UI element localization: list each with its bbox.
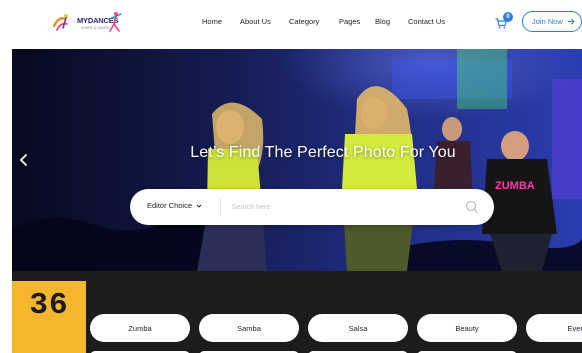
category-count: 36 [29, 288, 69, 323]
search-select-value: Editor Choice [147, 201, 193, 210]
hero-title: Let’s Find The Perfect Photo For You [190, 144, 456, 161]
site-header: MYDANCES SHAPE & DANCE Home About Us Cat… [0, 0, 582, 48]
cart-count-badge: 0 [503, 12, 513, 22]
search-input[interactable] [232, 198, 458, 216]
category-pill-salsa[interactable]: Salsa [308, 314, 408, 342]
category-strip: 36 Zumba Samba Salsa Beauty Even [12, 271, 582, 353]
hero-banner: ZUMBA Let’s Find The Perfect Photo For Y… [12, 49, 582, 271]
page: MYDANCES SHAPE & DANCE Home About Us Cat… [0, 0, 582, 353]
svg-text:ZUMBA: ZUMBA [495, 180, 535, 192]
site-logo[interactable]: MYDANCES SHAPE & DANCE [51, 10, 123, 36]
join-now-label: Join Now [532, 17, 563, 26]
search-category-select[interactable]: Editor Choice [147, 201, 202, 210]
category-pill-even[interactable]: Even [526, 314, 582, 342]
nav-item-home[interactable]: Home [202, 17, 222, 26]
dancer-logo-icon [52, 14, 68, 31]
nav-item-contact-us[interactable]: Contact Us [408, 17, 445, 26]
logo-tagline: SHAPE & DANCE [81, 26, 110, 30]
nav-item-pages[interactable]: Pages [339, 17, 360, 26]
nav-item-category[interactable]: Category [289, 17, 319, 26]
search-icon[interactable] [464, 199, 480, 215]
nav-item-about-us[interactable]: About Us [240, 17, 271, 26]
cart-button[interactable]: 0 [495, 12, 515, 30]
category-pill-beauty[interactable]: Beauty [417, 314, 517, 342]
category-pill-samba[interactable]: Samba [199, 314, 299, 342]
chevron-down-icon [196, 204, 202, 208]
chevron-left-icon[interactable] [18, 152, 30, 168]
category-counter: 36 [12, 281, 86, 353]
nav-item-blog[interactable]: Blog [375, 17, 390, 26]
arrow-right-icon [567, 18, 575, 25]
category-pill-zumba[interactable]: Zumba [90, 314, 190, 342]
join-now-button[interactable]: Join Now [522, 11, 582, 32]
dancer-figure-icon [108, 12, 122, 32]
search-divider [220, 198, 221, 217]
hero-search-bar: Editor Choice [130, 189, 494, 225]
